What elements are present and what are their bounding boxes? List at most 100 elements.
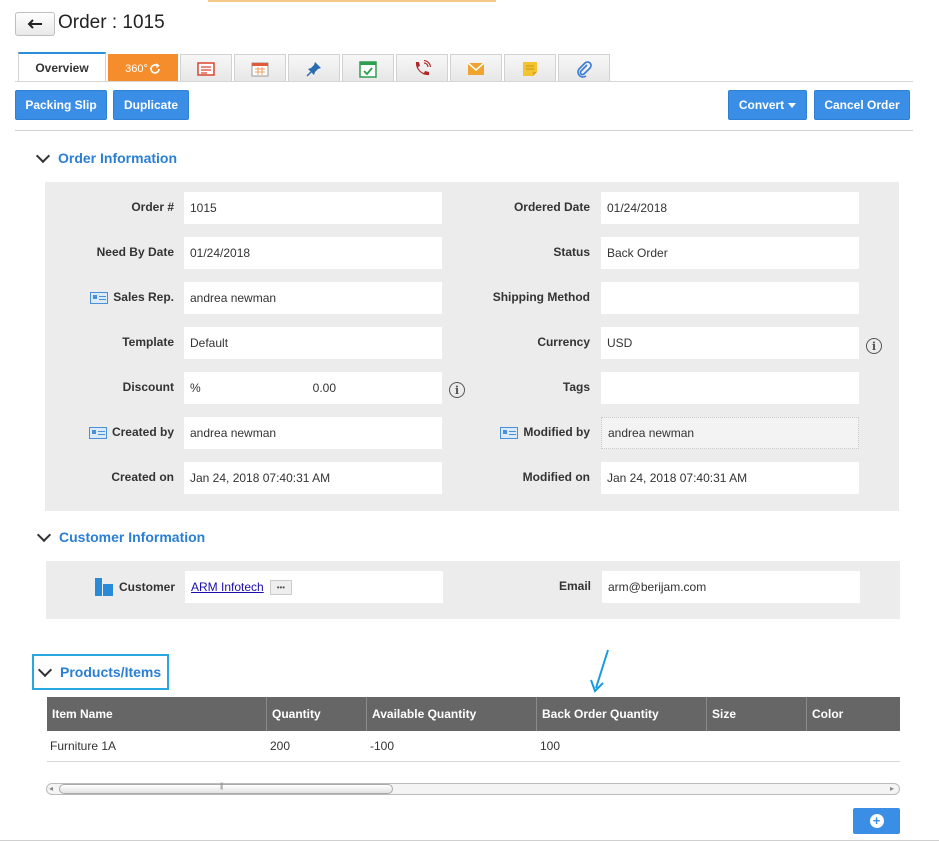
tab-overview[interactable]: Overview <box>18 52 106 82</box>
tab-mail[interactable] <box>450 54 502 82</box>
modified-by-field: andrea newman <box>601 417 859 449</box>
tab-note[interactable] <box>504 54 556 82</box>
shipping-method-label: Shipping Method <box>492 290 590 304</box>
tags-field[interactable] <box>601 372 859 404</box>
customer-label: Customer <box>60 578 175 596</box>
back-arrow-icon <box>27 19 42 29</box>
discount-info-icon[interactable]: i <box>449 382 465 398</box>
add-product-button[interactable]: + <box>853 808 900 834</box>
currency-field[interactable]: USD <box>601 327 859 359</box>
contact-card-icon <box>500 426 519 439</box>
email-field[interactable]: arm@berijam.com <box>602 571 860 603</box>
note-icon <box>523 61 537 76</box>
discount-field[interactable]: % 0.00 <box>184 372 442 404</box>
page-title: Order : 1015 <box>58 12 165 33</box>
tab-task[interactable] <box>342 54 394 82</box>
paperclip-icon <box>577 60 592 78</box>
table-cell: 200 <box>270 739 291 753</box>
scrollbar-grip: ||| <box>220 783 224 790</box>
chevron-down-icon <box>35 148 51 164</box>
task-check-icon <box>359 60 377 78</box>
contact-card-icon <box>90 291 109 304</box>
order-info-header[interactable]: Order Information <box>35 148 177 166</box>
cancel-order-button[interactable]: Cancel Order <box>814 90 910 120</box>
sales-rep-label: Sales Rep. <box>60 290 174 304</box>
column-header[interactable]: Size <box>707 697 807 731</box>
tags-label: Tags <box>562 380 590 394</box>
products-table-header: Item Name Quantity Available Quantity Ba… <box>47 697 900 731</box>
shipping-method-field[interactable] <box>601 282 859 314</box>
duplicate-button[interactable]: Duplicate <box>113 90 189 120</box>
refresh-icon <box>150 62 160 74</box>
contact-card-icon <box>88 426 107 439</box>
invoice-icon <box>197 61 215 76</box>
template-field[interactable]: Default <box>184 327 442 359</box>
tab-bar: Overview 360° <box>18 52 612 82</box>
currency-info-icon[interactable]: i <box>866 338 882 354</box>
column-header[interactable]: Color <box>807 697 900 731</box>
column-header[interactable]: Back Order Quantity <box>537 697 707 731</box>
pin-icon <box>306 61 321 77</box>
annotation-arrow-icon <box>590 649 609 693</box>
modified-on-field: Jan 24, 2018 07:40:31 AM <box>601 462 859 494</box>
tab-call[interactable] <box>396 54 448 82</box>
status-field[interactable]: Back Order <box>601 237 859 269</box>
products-header[interactable]: Products/Items <box>37 662 161 680</box>
currency-label: Currency <box>537 335 590 349</box>
mail-icon <box>467 61 485 75</box>
scroll-left-arrow-icon[interactable]: ◂ <box>49 784 53 793</box>
tab-divider <box>15 81 913 82</box>
chevron-down-icon <box>37 662 53 678</box>
table-row[interactable]: Furniture 1A 200 -100 100 <box>47 731 900 762</box>
discount-value: 0.00 <box>312 381 336 395</box>
template-label: Template <box>122 335 174 349</box>
table-cell <box>707 731 807 761</box>
ordered-date-label: Ordered Date <box>513 200 590 214</box>
need-by-date-label: Need By Date <box>96 245 174 259</box>
table-cell: 100 <box>540 739 561 753</box>
column-header[interactable]: Item Name <box>47 697 267 731</box>
scroll-right-arrow-icon[interactable]: ▸ <box>890 784 894 793</box>
convert-button[interactable]: Convert <box>728 90 807 120</box>
tab-invoice[interactable] <box>180 54 232 82</box>
tab-360[interactable]: 360° <box>108 54 178 82</box>
chevron-down-icon <box>36 527 52 543</box>
table-cell <box>807 731 900 761</box>
table-cell: -100 <box>370 739 395 753</box>
created-by-field: andrea newman <box>184 417 442 449</box>
phone-call-icon <box>415 59 431 75</box>
created-by-label: Created by <box>60 425 174 439</box>
created-on-field: Jan 24, 2018 07:40:31 AM <box>184 462 442 494</box>
building-icon <box>94 578 113 596</box>
modified-by-label: Modified by <box>470 425 590 439</box>
discount-label: Discount <box>122 380 174 394</box>
created-on-label: Created on <box>111 470 174 484</box>
tab-attachment[interactable] <box>558 54 610 82</box>
column-header[interactable]: Quantity <box>267 697 367 731</box>
table-cell: Furniture 1A <box>50 739 117 753</box>
back-button[interactable] <box>15 12 55 36</box>
customer-link[interactable]: ARM Infotech <box>191 580 264 594</box>
order-number-label: Order # <box>131 200 174 214</box>
tab-pin[interactable] <box>288 54 340 82</box>
top-accent-bar <box>208 0 496 2</box>
customer-field: ARM Infotech ••• <box>185 571 443 603</box>
toolbar-divider <box>15 130 913 131</box>
plus-icon: + <box>869 814 884 828</box>
customer-more-button[interactable]: ••• <box>269 579 293 595</box>
tab-calendar[interactable] <box>234 54 286 82</box>
need-by-date-field[interactable]: 01/24/2018 <box>184 237 442 269</box>
modified-on-label: Modified on <box>522 470 590 484</box>
status-label: Status <box>553 245 590 259</box>
packing-slip-button[interactable]: Packing Slip <box>15 90 107 120</box>
sales-rep-field[interactable]: andrea newman <box>184 282 442 314</box>
scrollbar-thumb[interactable]: ||| <box>59 783 393 794</box>
email-label: Email <box>558 579 591 593</box>
ordered-date-field[interactable]: 01/24/2018 <box>601 192 859 224</box>
column-header[interactable]: Available Quantity <box>367 697 537 731</box>
order-number-field[interactable]: 1015 <box>184 192 442 224</box>
customer-info-header[interactable]: Customer Information <box>36 527 205 545</box>
caret-down-icon <box>788 102 797 108</box>
calendar-icon <box>251 62 269 76</box>
discount-unit: % <box>190 381 201 395</box>
